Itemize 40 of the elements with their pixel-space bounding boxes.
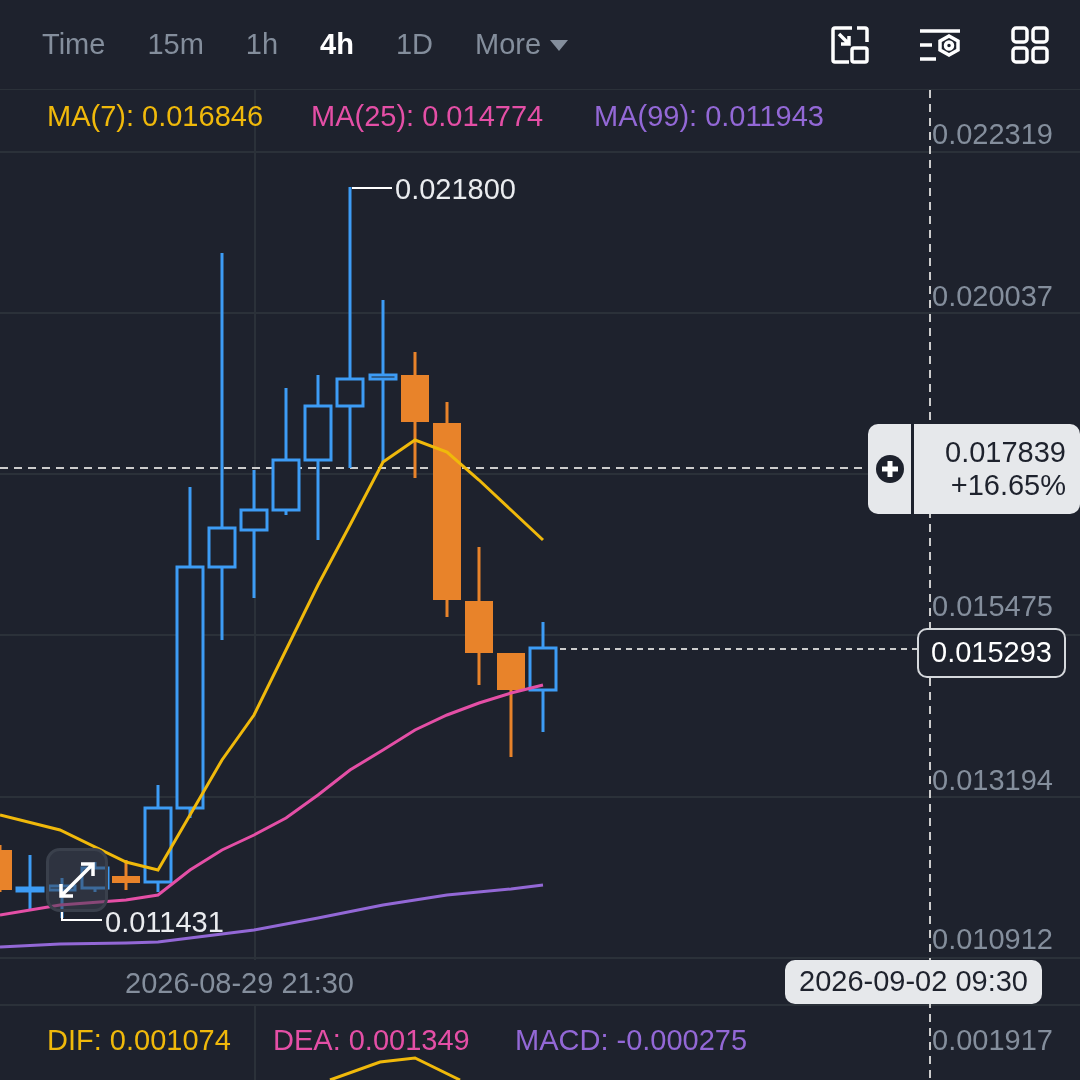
timeframe-tab[interactable]: 1D [395,22,433,67]
candle [112,860,140,890]
indicator-settings-icon[interactable] [918,26,962,63]
timeframe-tab[interactable]: Time [42,22,106,67]
crosshair-price-tag[interactable]: 0.017839 +16.65% [868,424,1080,514]
timeframe-tab[interactable]: 1h [245,22,279,67]
macd-value: MACD: -0.000275 [515,1026,748,1055]
time-axis-label: 2026-08-29 21:30 [125,969,354,998]
last-price-tag: 0.015293 [917,628,1066,678]
price-axis-label: 0.013194 [932,766,1053,795]
price-axis-label: 0.015475 [932,592,1053,621]
timeframe-tab[interactable]: 15m [147,22,204,67]
leader-line [351,187,393,189]
price-axis-label: 0.001917 [932,1026,1053,1055]
moving-average-value: MA(99): 0.011943 [594,102,824,131]
low-price-label: 0.011431 [105,908,224,937]
price-axis-label: 0.022319 [932,120,1053,149]
candle [0,845,12,892]
grid-layout-icon[interactable] [1010,24,1050,65]
timeframe-tab[interactable]: 4h [320,22,354,67]
high-price-label: 0.021800 [395,175,516,204]
expand-arrows-icon [57,860,97,900]
macd-value: DEA: 0.001349 [273,1026,470,1055]
price-axis-label: 0.020037 [932,282,1053,311]
crosshair-price: 0.017839 [945,435,1066,469]
crosshair-time-tag: 2026-09-02 09:30 [785,960,1042,1004]
price-change-percent: +16.65% [950,469,1066,503]
moving-average-value: MA(25): 0.014774 [311,102,544,131]
more-dropdown[interactable]: More [475,22,570,67]
fullscreen-icon[interactable] [830,24,870,65]
macd-value: DIF: 0.001074 [47,1026,231,1055]
moving-average-value: MA(7): 0.016846 [47,102,263,131]
expand-button[interactable] [46,848,108,912]
leader-line [61,911,103,921]
caret-icon [549,37,570,52]
price-axis-label: 0.010912 [932,925,1053,954]
candle [15,855,45,910]
candle [80,862,110,892]
add-icon [874,454,905,484]
candle [47,878,77,918]
